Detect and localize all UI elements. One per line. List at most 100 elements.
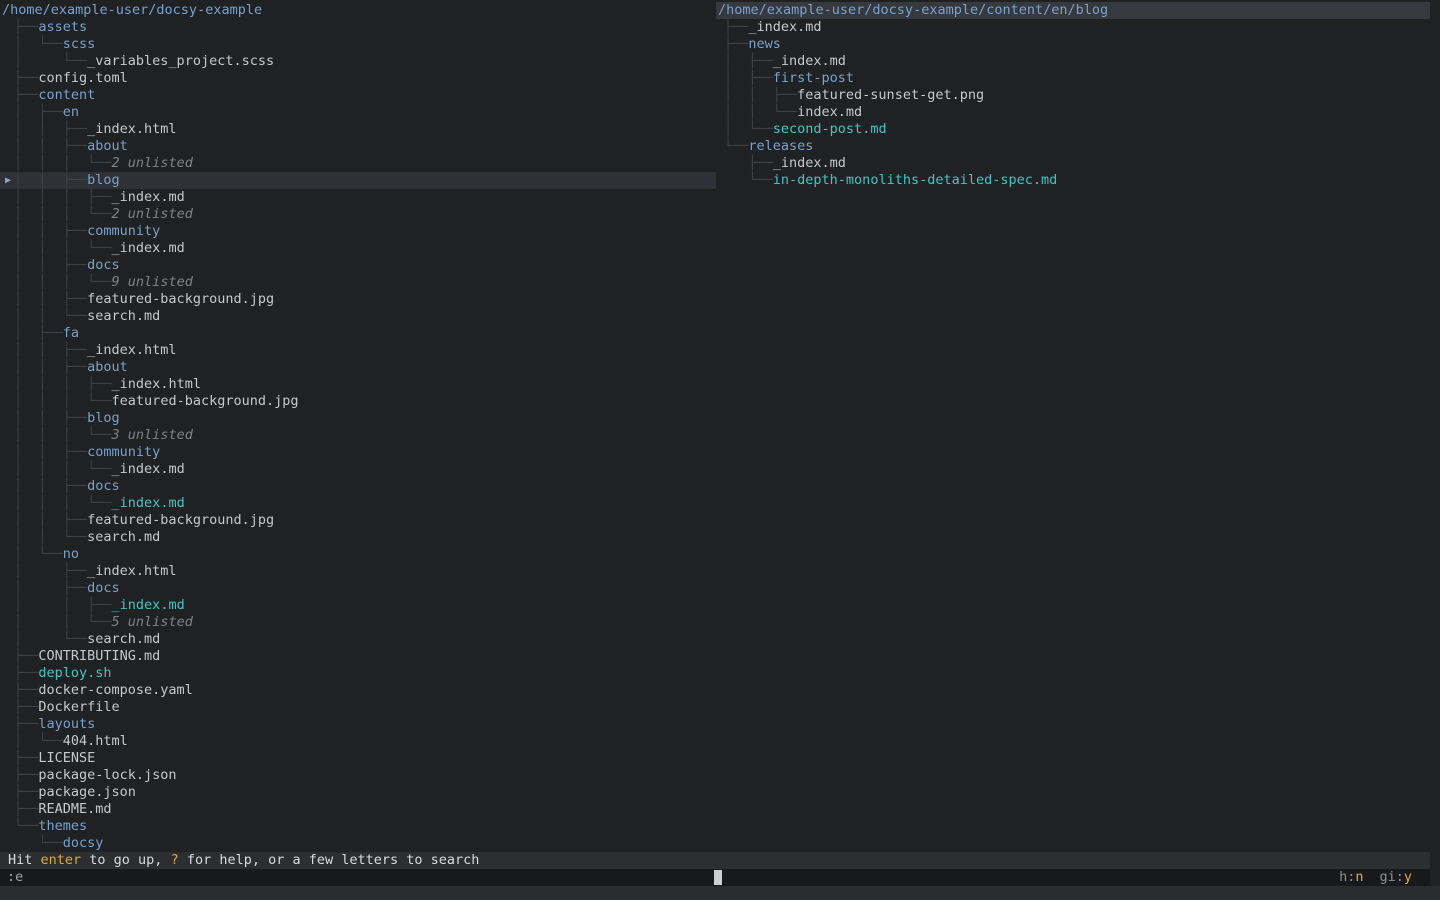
tree-row-featured-sunset-get-png[interactable]: │ │ ├──featured-sunset-get.png	[716, 87, 1430, 104]
tree-row-dockerfile[interactable]: ├──Dockerfile	[0, 699, 716, 716]
tree-row--index-md[interactable]: │ │ │ └──_index.md	[0, 495, 716, 512]
tree-row--index-md[interactable]: │ ├──_index.md	[716, 53, 1430, 70]
tree-row-dir-docsy[interactable]: └──docsy	[0, 835, 716, 852]
tree-branch-lines: └──	[724, 138, 748, 154]
tree-row-featured-background-jpg[interactable]: │ │ ├──featured-background.jpg	[0, 512, 716, 529]
file-name: featured-background.jpg	[87, 512, 274, 528]
tree-branch-lines: ├──	[14, 682, 38, 698]
tree-row-dir-docs[interactable]: │ ├──docs	[0, 580, 716, 597]
status-text: for help, or a few letters to search	[179, 852, 480, 868]
tree-branch-lines: │ │ │ └──	[14, 274, 112, 290]
dir-name: first-post	[773, 70, 854, 86]
tree-row--variables-project-scss[interactable]: │ └──_variables_project.scss	[0, 53, 716, 70]
tree-row-dir-blog[interactable]: │ │ ├──blog	[0, 410, 716, 427]
tree-row-dir-docs[interactable]: │ │ ├──docs	[0, 257, 716, 274]
tree-row-readme-md[interactable]: ├──README.md	[0, 801, 716, 818]
tree-row-dir-no[interactable]: │ └──no	[0, 546, 716, 563]
tree-branch-lines: │ └──	[14, 733, 63, 749]
tree-row-search-md[interactable]: │ │ └──search.md	[0, 308, 716, 325]
tree-row-2-unlisted[interactable]: │ │ │ └──2 unlisted	[0, 206, 716, 223]
tree-row-license[interactable]: ├──LICENSE	[0, 750, 716, 767]
tree-row-dir-docs[interactable]: │ │ ├──docs	[0, 478, 716, 495]
tree-row-index-md[interactable]: │ │ └──index.md	[716, 104, 1430, 121]
tree-row-9-unlisted[interactable]: │ │ │ └──9 unlisted	[0, 274, 716, 291]
tree-row--index-html[interactable]: │ │ ├──_index.html	[0, 342, 716, 359]
tree-row-dir-community[interactable]: │ │ ├──community	[0, 223, 716, 240]
tree-row-dir-community[interactable]: │ │ ├──community	[0, 444, 716, 461]
unlisted-count: 5 unlisted	[112, 614, 193, 630]
tree-row--index-md[interactable]: │ │ ├──_index.md	[0, 597, 716, 614]
tree-row-featured-background-jpg[interactable]: │ │ ├──featured-background.jpg	[0, 291, 716, 308]
command-input[interactable]: :e	[7, 869, 23, 886]
tree-branch-lines: │ │ │ └──	[14, 240, 112, 256]
tree-row-docker-compose-yaml[interactable]: ├──docker-compose.yaml	[0, 682, 716, 699]
tree-row-search-md[interactable]: │ │ └──search.md	[0, 529, 716, 546]
tree-branch-lines: │ │ │ ├──	[14, 189, 112, 205]
tree-row--index-md[interactable]: │ │ │ ├──_index.md	[0, 189, 716, 206]
tree-branch-lines: │ └──	[724, 121, 773, 137]
flag-value: y	[1404, 869, 1412, 885]
dir-name: fa	[63, 325, 79, 341]
tree-branch-lines: │ │ │ └──	[14, 461, 112, 477]
tree-branch-lines: │ └──	[14, 36, 63, 52]
tree-row-dir-releases[interactable]: └──releases	[716, 138, 1430, 155]
tree-row-404-html[interactable]: │ └──404.html	[0, 733, 716, 750]
tree-row--index-md[interactable]: │ │ │ └──_index.md	[0, 240, 716, 257]
file-name: _index.md	[112, 495, 185, 511]
tree-row-dir-about[interactable]: │ │ ├──about	[0, 138, 716, 155]
tree-row-featured-background-jpg[interactable]: │ │ │ └──featured-background.jpg	[0, 393, 716, 410]
dir-name: about	[87, 138, 128, 154]
file-name: featured-sunset-get.png	[797, 87, 984, 103]
tree-row--index-md[interactable]: │ │ │ └──_index.md	[0, 461, 716, 478]
tree-row-dir-first-post[interactable]: │ ├──first-post	[716, 70, 1430, 87]
status-text: to go up,	[81, 852, 170, 868]
file-name: _index.html	[87, 121, 176, 137]
tree-row-5-unlisted[interactable]: │ │ └──5 unlisted	[0, 614, 716, 631]
file-name: _index.md	[112, 597, 185, 613]
tree-row-config-toml[interactable]: ├──config.toml	[0, 70, 716, 87]
tree-row-dir-en[interactable]: │ ├──en	[0, 104, 716, 121]
tree-row-dir-news[interactable]: ├──news	[716, 36, 1430, 53]
file-name: in-depth-monoliths-detailed-spec.md	[773, 172, 1057, 188]
tree-row-package-json[interactable]: ├──package.json	[0, 784, 716, 801]
tree-row--index-md[interactable]: ├──_index.md	[716, 19, 1430, 36]
tree-row--index-md[interactable]: ├──_index.md	[716, 155, 1430, 172]
file-name: package.json	[38, 784, 136, 800]
tree-row-search-md[interactable]: │ └──search.md	[0, 631, 716, 648]
tree-row-package-lock-json[interactable]: ├──package-lock.json	[0, 767, 716, 784]
tree-row-dir-fa[interactable]: │ ├──fa	[0, 325, 716, 342]
flag-label: h:	[1339, 869, 1355, 885]
tree-branch-lines: │ │ │ ├──	[14, 376, 112, 392]
file-name: CONTRIBUTING.md	[38, 648, 160, 664]
tree-branch-lines: ├──	[14, 87, 38, 103]
tree-row--index-html[interactable]: │ │ ├──_index.html	[0, 121, 716, 138]
tree-branch-lines: │ └──	[14, 631, 87, 647]
tree-branch-lines: │ │ ├──	[14, 121, 87, 137]
tree-row-2-unlisted[interactable]: │ │ │ └──2 unlisted	[0, 155, 716, 172]
tree-row-deploy-sh[interactable]: ├──deploy.sh	[0, 665, 716, 682]
file-name: _index.md	[773, 155, 846, 171]
tree-row-dir-layouts[interactable]: ├──layouts	[0, 716, 716, 733]
tree-branch-lines: ├──	[724, 36, 748, 52]
tree-branch-lines: │ │ ├──	[14, 342, 87, 358]
tree-branch-lines: │ │ ├──	[14, 291, 87, 307]
tree-row--index-html[interactable]: │ │ │ ├──_index.html	[0, 376, 716, 393]
tree-row-3-unlisted[interactable]: │ │ │ └──3 unlisted	[0, 427, 716, 444]
tree-row-dir-assets[interactable]: ├──assets	[0, 19, 716, 36]
tree-branch-lines: └──	[724, 172, 773, 188]
tree-row-dir-content[interactable]: ├──content	[0, 87, 716, 104]
tree-row--index-html[interactable]: │ ├──_index.html	[0, 563, 716, 580]
tree-row-second-post-md[interactable]: │ └──second-post.md	[716, 121, 1430, 138]
unlisted-count: 3 unlisted	[112, 427, 193, 443]
tree-row-dir-blog[interactable]: ▶│ │ ├──blog	[0, 172, 716, 189]
dir-name: scss	[63, 36, 96, 52]
tree-row-contributing-md[interactable]: ├──CONTRIBUTING.md	[0, 648, 716, 665]
tree-row-in-depth-monoliths-detailed-spec-md[interactable]: └──in-depth-monoliths-detailed-spec.md	[716, 172, 1430, 189]
tree-row-dir-about[interactable]: │ │ ├──about	[0, 359, 716, 376]
left-panel-tree: ├──assets│ └──scss│ └──_variables_projec…	[0, 19, 716, 852]
right-panel-tree: ├──_index.md├──news│ ├──_index.md│ ├──fi…	[716, 19, 1430, 189]
tree-row-dir-themes[interactable]: └──themes	[0, 818, 716, 835]
input-bar[interactable]: :e h:ngi:y	[0, 869, 1430, 886]
file-name: _index.md	[112, 461, 185, 477]
tree-row-dir-scss[interactable]: │ └──scss	[0, 36, 716, 53]
